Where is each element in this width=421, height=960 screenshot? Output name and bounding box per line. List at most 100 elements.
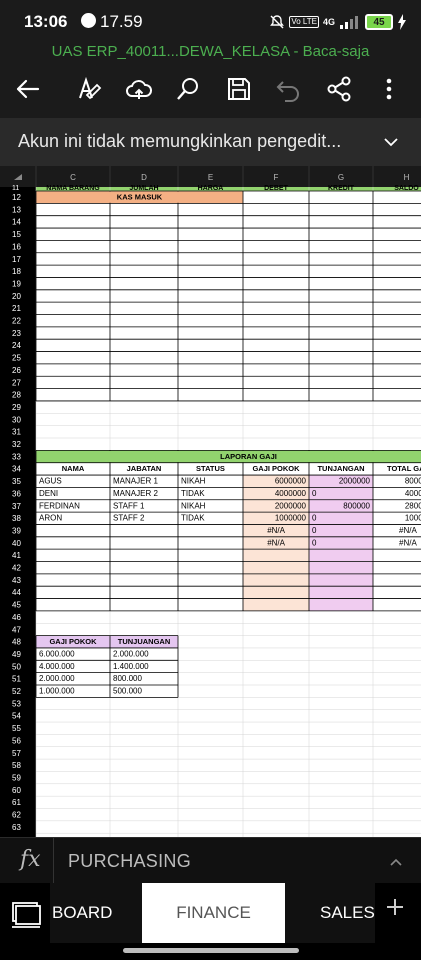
formula-bar[interactable]: fx PURCHASING — [0, 837, 421, 884]
laporan-header-cell: JABATAN — [127, 464, 162, 473]
laporan-data-cell: #N/A — [267, 538, 285, 547]
row-number: 41 — [12, 551, 21, 560]
battery-icon: 45 — [365, 14, 393, 30]
home-indicator[interactable] — [123, 948, 299, 953]
row-number: 45 — [12, 601, 21, 610]
add-sheet-icon[interactable] — [385, 897, 405, 917]
charging-icon — [398, 14, 406, 30]
readonly-banner[interactable]: Akun ini tidak memungkinkan pengedit... — [0, 118, 421, 166]
row-number: 26 — [12, 366, 21, 375]
laporan-data-cell: 1000000 — [405, 514, 421, 523]
share-icon[interactable] — [324, 74, 354, 104]
tunjangan-cell-fill — [309, 512, 373, 525]
tab-sales[interactable]: SALES — [285, 883, 375, 943]
signal-icon — [340, 16, 358, 29]
tab-finance[interactable]: FINANCE — [142, 883, 285, 943]
formula-content[interactable]: PURCHASING — [68, 851, 191, 872]
laporan-data-cell: ARON — [39, 514, 62, 523]
save-icon[interactable] — [224, 74, 254, 104]
toolbar — [0, 62, 421, 118]
laporan-data-cell: 0 — [312, 514, 317, 523]
spreadsheet-grid[interactable]: C D E F G H NAMA BARANG JUMLAH HARGA DEBET KREDIT S… — [0, 166, 421, 837]
spreadsheet-canvas[interactable]: C D E F G HNAMA BARANG JUMLAH HARGA DEBET KREDIT S… — [0, 166, 421, 837]
row-number: 34 — [12, 465, 21, 474]
row-number: 50 — [12, 662, 21, 671]
sheet-tab-bar: BOARD FINANCE SALES — [0, 883, 421, 943]
row-number: 54 — [12, 712, 21, 721]
laporan-data-cell: #N/A — [399, 526, 417, 535]
laporan-header-cell: NAMA — [62, 464, 85, 473]
laporan-data-cell: 1000000 — [275, 514, 307, 523]
document-title-bar: UAS ERP_40011...DEWA_KELASA - Baca-saja — [0, 42, 421, 62]
ref-header-cell: TUNJUANGAN — [118, 637, 171, 646]
laporan-header-cell: TOTAL GAJI — [387, 464, 421, 473]
row-number: 15 — [12, 230, 21, 239]
pen-format-icon[interactable] — [74, 74, 104, 104]
laporan-data-cell: NIKAH — [181, 477, 206, 486]
laporan-data-cell: 0 — [312, 489, 317, 498]
row-number: 59 — [12, 773, 21, 782]
gaji-pokok-cell-fill — [243, 598, 309, 611]
row-number: 48 — [12, 638, 21, 647]
column-header-H: H — [404, 173, 410, 182]
laporan-data-cell: AGUS — [39, 477, 62, 486]
laporan-data-cell: 2800000 — [405, 501, 421, 510]
more-vertical-icon[interactable] — [374, 74, 404, 104]
row-number: 12 — [12, 193, 21, 202]
fx-icon: fx — [20, 847, 41, 872]
laporan-data-cell: MANAJER 2 — [113, 489, 158, 498]
laporan-data-cell: 2000000 — [339, 477, 371, 486]
cloud-upload-icon[interactable] — [124, 74, 154, 104]
laporan-data-cell: 4000000 — [405, 489, 421, 498]
ref-data-cell: 1.000.000 — [39, 687, 75, 696]
laporan-data-cell: STAFF 1 — [113, 501, 145, 510]
laporan-gaji-title: LAPORAN GAJI — [220, 452, 277, 461]
chevron-up-icon[interactable] — [389, 855, 403, 869]
column-header-F: F — [274, 173, 279, 182]
row-number: 20 — [12, 292, 21, 301]
laporan-header-cell: TUNJANGAN — [317, 464, 364, 473]
laporan-data-cell: 8000000 — [405, 477, 421, 486]
row-number: 63 — [12, 823, 21, 832]
ref-header-cell: GAJI POKOK — [49, 637, 97, 646]
row-number: 58 — [12, 761, 21, 770]
row-number: 13 — [12, 205, 21, 214]
row-number: 62 — [12, 811, 21, 820]
laporan-data-cell: MANAJER 1 — [113, 477, 158, 486]
gaji-pokok-cell-fill — [243, 586, 309, 599]
row-number: 42 — [12, 564, 21, 573]
volte-badge: Vo LTE — [289, 16, 319, 28]
navigation-bar — [0, 943, 421, 960]
tab-sales-label: SALES — [320, 903, 375, 922]
laporan-header-cell: GAJI POKOK — [252, 464, 300, 473]
status-right: Vo LTE 4G 45 — [269, 12, 407, 32]
laporan-header-cell: STATUS — [196, 464, 225, 473]
laporan-data-cell: #N/A — [267, 526, 285, 535]
status-speed: 17.59 — [100, 12, 143, 31]
row-number: 35 — [12, 477, 21, 486]
tunjangan-cell-fill — [309, 549, 373, 562]
row-number: 38 — [12, 514, 21, 523]
search-icon[interactable] — [173, 74, 203, 104]
laporan-data-cell: 4000000 — [275, 489, 307, 498]
row-number: 25 — [12, 354, 21, 363]
banner-text: Akun ini tidak memungkinkan pengedit... — [18, 131, 342, 151]
ref-data-cell: 4.000.000 — [39, 662, 75, 671]
row-number: 22 — [12, 317, 21, 326]
tunjangan-cell-fill — [309, 487, 373, 500]
data-saver-icon — [81, 13, 96, 28]
laporan-data-cell: DENI — [39, 489, 58, 498]
tunjangan-cell-fill — [309, 536, 373, 550]
row-number: 28 — [12, 391, 21, 400]
undo-icon[interactable] — [274, 74, 304, 104]
tunjangan-cell-fill — [309, 524, 373, 537]
kas-masuk-label: KAS MASUK — [117, 193, 163, 202]
sheet-list-icon[interactable] — [10, 901, 42, 929]
row-number: 24 — [12, 341, 21, 350]
row-number: 61 — [12, 798, 21, 807]
arrow-left-icon[interactable] — [12, 74, 42, 104]
row-number: 57 — [12, 749, 21, 758]
chevron-down-icon[interactable] — [383, 134, 399, 150]
tab-board[interactable]: BOARD — [50, 883, 142, 943]
row-number: 53 — [12, 699, 21, 708]
